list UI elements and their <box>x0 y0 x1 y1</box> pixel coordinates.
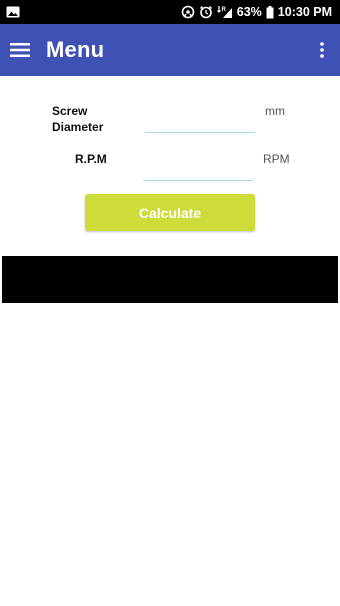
screw-diameter-unit: mm <box>265 104 285 118</box>
calculate-button[interactable]: Calculate <box>85 194 255 231</box>
overflow-menu-button[interactable] <box>308 24 336 76</box>
status-left <box>6 6 20 18</box>
image-notification-icon <box>6 6 20 18</box>
hamburger-menu-button[interactable] <box>0 24 40 76</box>
clock-time: 10:30 PM <box>277 5 332 19</box>
rpm-underline <box>143 180 253 181</box>
rpm-label: R.P.M <box>75 152 107 166</box>
screw-diameter-underline <box>145 132 255 133</box>
screw-diameter-label: Screw Diameter <box>52 103 103 135</box>
cast-icon <box>181 5 195 19</box>
hamburger-menu-icon <box>10 43 30 57</box>
network-superscript: R <box>221 7 226 13</box>
screw-diameter-label-line2: Diameter <box>52 120 104 134</box>
alarm-icon <box>199 5 212 19</box>
app-title: Menu <box>46 37 105 62</box>
rpm-input[interactable] <box>143 151 253 180</box>
status-right: R 63% 10:30 PM <box>181 5 332 19</box>
signal-icon: R <box>216 6 232 18</box>
app-bar: Menu <box>0 24 340 76</box>
ad-banner[interactable] <box>2 256 338 303</box>
screw-diameter-label-line1: Screw <box>52 104 88 118</box>
screw-diameter-input[interactable] <box>145 104 255 132</box>
status-bar: R 63% 10:30 PM <box>0 0 340 24</box>
battery-percentage: 63% <box>236 5 262 19</box>
battery-icon <box>266 5 274 18</box>
rpm-unit: RPM <box>263 152 290 166</box>
overflow-menu-icon <box>320 42 324 58</box>
